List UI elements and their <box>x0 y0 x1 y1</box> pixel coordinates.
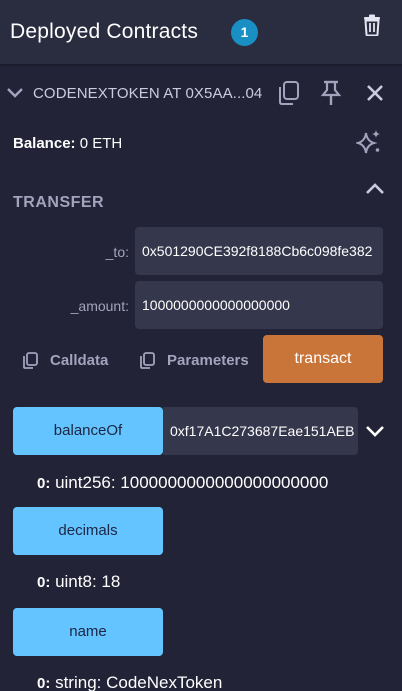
name-result: 0: string: CodeNexToken <box>37 673 222 691</box>
chevron-down-icon[interactable] <box>6 86 24 100</box>
trash-icon[interactable] <box>362 14 382 36</box>
header-divider <box>0 64 402 66</box>
result-index: 0: <box>37 675 51 691</box>
balanceof-result: 0: uint256: 1000000000000000000000 <box>37 473 328 493</box>
calldata-label: Calldata <box>50 351 109 369</box>
sparkle-icon[interactable] <box>356 129 382 155</box>
calldata-button[interactable]: Calldata <box>22 348 108 372</box>
contract-count-badge: 1 <box>231 19 258 46</box>
result-value: string: CodeNexToken <box>55 673 223 691</box>
to-label: _to: <box>105 244 129 260</box>
amount-label: _amount: <box>70 298 129 314</box>
result-value: uint256: 1000000000000000000000 <box>55 473 329 492</box>
header-bar: Deployed Contracts 1 <box>0 0 402 64</box>
result-value: uint8: 18 <box>55 572 121 591</box>
copy-icon <box>23 351 38 369</box>
balance-value: 0 ETH <box>79 135 123 152</box>
balanceof-input[interactable]: 0xf17A1C273687Eae151AEB <box>163 407 358 455</box>
decimals-result: 0: uint8: 18 <box>37 572 120 592</box>
balance-label: Balance: <box>13 135 76 152</box>
balance-row: Balance: 0 ETH <box>13 135 122 152</box>
result-index: 0: <box>37 475 51 492</box>
contract-name: CODENEXTOKEN AT 0X5AA...04 <box>33 85 263 102</box>
copy-icon[interactable] <box>276 80 300 106</box>
transact-button[interactable]: transact <box>263 335 383 383</box>
copy-icon <box>140 351 155 369</box>
pin-icon[interactable] <box>320 80 342 106</box>
name-button[interactable]: name <box>13 608 163 656</box>
balanceof-button[interactable]: balanceOf <box>13 407 163 455</box>
parameters-label: Parameters <box>167 351 249 369</box>
close-icon[interactable] <box>366 84 384 102</box>
amount-input[interactable]: 1000000000000000000 <box>135 281 383 329</box>
decimals-button[interactable]: decimals <box>13 507 163 555</box>
result-index: 0: <box>37 574 51 591</box>
contract-instance-row[interactable]: CODENEXTOKEN AT 0X5AA...04 <box>0 76 402 110</box>
chevron-down-icon[interactable] <box>365 424 385 438</box>
parameters-button[interactable]: Parameters <box>139 348 249 372</box>
chevron-up-icon[interactable] <box>365 182 385 196</box>
page-title: Deployed Contracts <box>10 20 199 43</box>
transfer-function-title: TRANSFER <box>13 194 105 211</box>
to-input[interactable]: 0x501290CE392f8188Cb6c098fe382 <box>135 227 383 275</box>
